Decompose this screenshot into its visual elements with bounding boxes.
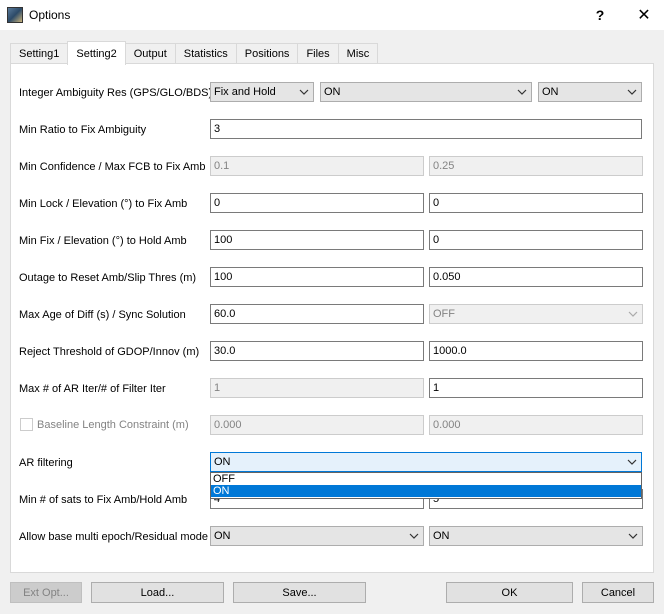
chevron-down-icon xyxy=(628,311,638,317)
tab-positions[interactable]: Positions xyxy=(235,43,299,64)
tab-output[interactable]: Output xyxy=(124,43,176,64)
chevron-down-icon xyxy=(299,89,309,95)
min-fix-input[interactable]: 100 xyxy=(210,230,424,250)
tab-setting1[interactable]: Setting1 xyxy=(10,43,69,64)
hold-elevation-input[interactable]: 0 xyxy=(429,230,643,250)
dropdown-option-off[interactable]: OFF xyxy=(211,473,641,485)
min-lock-input[interactable]: 0 xyxy=(210,193,424,213)
chevron-down-icon xyxy=(627,89,637,95)
ar-filtering-dropdown: OFF ON xyxy=(210,472,642,499)
ambiguity-res-bds-select[interactable]: ON xyxy=(538,82,642,102)
outage-input[interactable]: 100 xyxy=(210,267,424,287)
ambiguity-res-gps-select[interactable]: Fix and Hold xyxy=(210,82,314,102)
slip-thres-input[interactable]: 0.050 xyxy=(429,267,643,287)
min-ratio-input[interactable]: 3 xyxy=(210,119,642,139)
min-lock-label: Min Lock / Elevation (°) to Fix Amb xyxy=(19,198,188,210)
max-fcb-input[interactable]: 0.25 xyxy=(429,156,643,176)
min-confidence-input[interactable]: 0.1 xyxy=(210,156,424,176)
sync-solution-select[interactable]: OFF xyxy=(429,304,643,324)
min-confidence-label: Min Confidence / Max FCB to Fix Amb xyxy=(19,161,206,173)
baseline-checkbox[interactable] xyxy=(20,418,33,431)
chevron-down-icon xyxy=(409,533,419,539)
max-age-input[interactable]: 60.0 xyxy=(210,304,424,324)
save-button[interactable]: Save... xyxy=(233,582,366,603)
chevron-down-icon xyxy=(628,533,638,539)
tab-files[interactable]: Files xyxy=(297,43,339,64)
ar-filtering-value: ON xyxy=(214,456,231,468)
outage-label: Outage to Reset Amb/Slip Thres (m) xyxy=(19,272,197,284)
chevron-down-icon xyxy=(517,89,527,95)
baseline-length-input[interactable]: 0.000 xyxy=(210,415,424,435)
dropdown-option-on[interactable]: ON xyxy=(211,485,641,497)
filter-iter-input[interactable]: 1 xyxy=(429,378,643,398)
ok-button[interactable]: OK xyxy=(446,582,573,603)
ar-filtering-label: AR filtering xyxy=(19,457,73,469)
base-multi-epoch-select[interactable]: ON xyxy=(210,526,424,546)
help-button[interactable]: ? xyxy=(580,0,620,30)
sync-solution-value: OFF xyxy=(433,308,455,320)
ar-iter-label: Max # of AR Iter/# of Filter Iter xyxy=(19,383,166,395)
app-icon xyxy=(7,7,23,23)
ambiguity-res-glo-value: ON xyxy=(324,86,341,98)
cancel-button[interactable]: Cancel xyxy=(582,582,654,603)
baseline-sigma-input[interactable]: 0.000 xyxy=(429,415,643,435)
title-bar: Options ? ✕ xyxy=(0,0,664,30)
close-button[interactable]: ✕ xyxy=(624,0,664,30)
ambiguity-res-bds-value: ON xyxy=(542,86,559,98)
reject-gdop-input[interactable]: 30.0 xyxy=(210,341,424,361)
tab-misc[interactable]: Misc xyxy=(337,43,379,64)
baseline-label: Baseline Length Constraint (m) xyxy=(37,419,189,431)
ambiguity-res-label: Integer Ambiguity Res (GPS/GLO/BDS) xyxy=(19,87,213,99)
load-button[interactable]: Load... xyxy=(91,582,224,603)
allow-base-label: Allow base multi epoch/Residual mode xyxy=(19,531,208,543)
residual-mode-value: ON xyxy=(433,530,450,542)
min-ratio-label: Min Ratio to Fix Ambiguity xyxy=(19,124,147,136)
min-sats-label: Min # of sats to Fix Amb/Hold Amb xyxy=(19,494,188,506)
residual-mode-select[interactable]: ON xyxy=(429,526,643,546)
base-multi-epoch-value: ON xyxy=(214,530,231,542)
tab-bar: Setting1 Setting2 Output Statistics Posi… xyxy=(10,41,379,65)
ext-opt-button[interactable]: Ext Opt... xyxy=(10,582,82,603)
ar-iter-input[interactable]: 1 xyxy=(210,378,424,398)
window-title: Options xyxy=(29,8,71,22)
tab-setting2[interactable]: Setting2 xyxy=(67,41,126,65)
reject-innov-input[interactable]: 1000.0 xyxy=(429,341,643,361)
tab-statistics[interactable]: Statistics xyxy=(174,43,237,64)
ambiguity-res-glo-select[interactable]: ON xyxy=(320,82,532,102)
reject-label: Reject Threshold of GDOP/Innov (m) xyxy=(19,346,200,358)
max-age-label: Max Age of Diff (s) / Sync Solution xyxy=(19,309,186,321)
fix-elevation-input[interactable]: 0 xyxy=(429,193,643,213)
ambiguity-res-gps-value: Fix and Hold xyxy=(214,86,276,98)
chevron-down-icon xyxy=(627,459,637,465)
ar-filtering-select[interactable]: ON xyxy=(210,452,642,472)
min-fix-label: Min Fix / Elevation (°) to Hold Amb xyxy=(19,235,187,247)
